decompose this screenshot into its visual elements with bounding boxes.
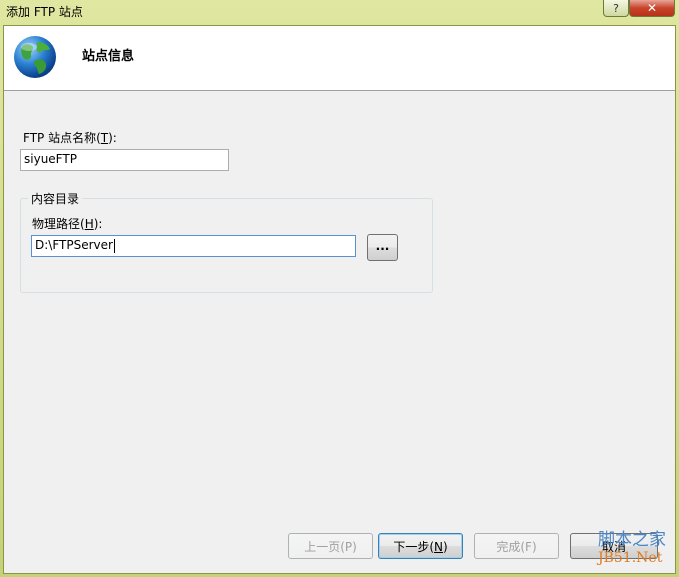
- page-title: 站点信息: [82, 49, 135, 64]
- globe-icon: [14, 36, 56, 78]
- physical-path-label: 物理路径(H):: [32, 217, 103, 231]
- site-name-input[interactable]: siyueFTP: [20, 149, 229, 171]
- previous-button[interactable]: 上一页(P): [288, 533, 373, 559]
- finish-button[interactable]: 完成(F): [474, 533, 559, 559]
- text-caret: [113, 238, 115, 253]
- ellipsis-icon: ...: [375, 238, 390, 253]
- next-button[interactable]: 下一步(N): [378, 533, 463, 559]
- dialog-client-area: 站点信息 FTP 站点名称(T): siyueFTP 内容目录 物理路径(H):…: [3, 25, 676, 574]
- content-directory-legend: 内容目录: [28, 190, 83, 207]
- watermark-logo: 脚本之家 JB51.Net: [598, 530, 666, 566]
- help-icon: ?: [613, 1, 619, 15]
- physical-path-input[interactable]: D:\FTPServer: [31, 235, 356, 257]
- dialog-window: 添加 FTP 站点 ? ✕ 站点信息 FTP 站点名称(T): siyueFTP…: [0, 0, 679, 577]
- site-name-label: FTP 站点名称(T):: [23, 131, 117, 145]
- close-icon: ✕: [646, 1, 658, 15]
- close-button[interactable]: ✕: [629, 0, 675, 17]
- watermark-line2: JB51.Net: [598, 550, 663, 566]
- watermark-line1: 脚本之家: [598, 530, 666, 550]
- wizard-header: 站点信息: [4, 26, 675, 91]
- browse-button[interactable]: ...: [367, 234, 398, 261]
- title-bar[interactable]: 添加 FTP 站点 ? ✕: [0, 0, 679, 24]
- window-title: 添加 FTP 站点: [6, 5, 83, 19]
- help-button[interactable]: ?: [603, 0, 629, 17]
